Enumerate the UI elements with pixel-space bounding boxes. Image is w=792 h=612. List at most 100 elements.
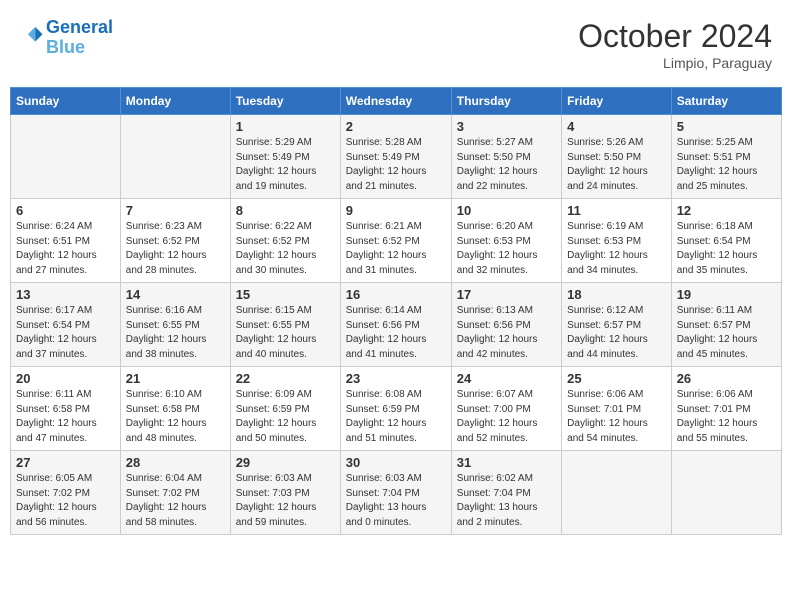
day-number: 21 <box>126 371 225 386</box>
day-number: 15 <box>236 287 335 302</box>
calendar-cell <box>562 451 672 535</box>
day-number: 24 <box>457 371 556 386</box>
calendar-cell: 31Sunrise: 6:02 AM Sunset: 7:04 PM Dayli… <box>451 451 561 535</box>
day-info: Sunrise: 6:12 AM Sunset: 6:57 PM Dayligh… <box>567 304 666 362</box>
calendar-week-row: 6 Sunrise: 6:24 AM Sunset: 6:51 PM Daylig… <box>11 199 782 283</box>
calendar-cell <box>11 115 121 199</box>
day-number: 29 <box>236 455 335 470</box>
day-info: Sunrise: 6:23 AM Sunset: 6:52 PM Dayligh… <box>126 220 225 278</box>
calendar-cell <box>120 115 230 199</box>
day-info: Sunrise: 6:08 AM Sunset: 6:59 PM Dayligh… <box>346 388 446 446</box>
calendar-week-row: 13 Sunrise: 6:17 AM Sunset: 6:54 PM Dayli… <box>11 283 782 367</box>
calendar-cell: 23 Sunrise: 6:08 AM Sunset: 6:59 PM Dayli… <box>340 367 451 451</box>
calendar-cell: 20 Sunrise: 6:11 AM Sunset: 6:58 PM Dayli… <box>11 367 121 451</box>
day-number: 17 <box>457 287 556 302</box>
day-number: 4 <box>567 119 666 134</box>
month-title: October 2024 <box>578 18 772 55</box>
calendar-cell: 27 Sunrise: 6:05 AM Sunset: 7:02 PM Dayli… <box>11 451 121 535</box>
day-info: Sunrise: 6:11 AM Sunset: 6:58 PM Dayligh… <box>16 388 115 446</box>
day-number: 9 <box>346 203 446 218</box>
day-of-week-header: Sunday <box>11 88 121 115</box>
day-of-week-header: Saturday <box>671 88 781 115</box>
day-info: Sunrise: 6:15 AM Sunset: 6:55 PM Dayligh… <box>236 304 335 362</box>
day-of-week-header: Wednesday <box>340 88 451 115</box>
calendar-cell: 5 Sunrise: 5:25 AM Sunset: 5:51 PM Daylig… <box>671 115 781 199</box>
day-info: Sunrise: 6:24 AM Sunset: 6:51 PM Dayligh… <box>16 220 115 278</box>
day-number: 3 <box>457 119 556 134</box>
day-info: Sunrise: 5:26 AM Sunset: 5:50 PM Dayligh… <box>567 136 666 194</box>
calendar-cell: 24 Sunrise: 6:07 AM Sunset: 7:00 PM Dayli… <box>451 367 561 451</box>
calendar-cell: 15 Sunrise: 6:15 AM Sunset: 6:55 PM Dayli… <box>230 283 340 367</box>
day-number: 20 <box>16 371 115 386</box>
calendar-cell: 6 Sunrise: 6:24 AM Sunset: 6:51 PM Daylig… <box>11 199 121 283</box>
day-number: 14 <box>126 287 225 302</box>
day-number: 26 <box>677 371 776 386</box>
day-number: 5 <box>677 119 776 134</box>
calendar-header-row: SundayMondayTuesdayWednesdayThursdayFrid… <box>11 88 782 115</box>
day-number: 6 <box>16 203 115 218</box>
calendar-cell: 17 Sunrise: 6:13 AM Sunset: 6:56 PM Dayli… <box>451 283 561 367</box>
day-info: Sunrise: 6:04 AM Sunset: 7:02 PM Dayligh… <box>126 472 225 530</box>
day-number: 2 <box>346 119 446 134</box>
calendar-cell: 29 Sunrise: 6:03 AM Sunset: 7:03 PM Dayli… <box>230 451 340 535</box>
calendar-cell: 4 Sunrise: 5:26 AM Sunset: 5:50 PM Daylig… <box>562 115 672 199</box>
calendar-cell: 25 Sunrise: 6:06 AM Sunset: 7:01 PM Dayli… <box>562 367 672 451</box>
day-info: Sunrise: 6:07 AM Sunset: 7:00 PM Dayligh… <box>457 388 556 446</box>
day-number: 23 <box>346 371 446 386</box>
calendar-cell <box>671 451 781 535</box>
day-info: Sunrise: 6:09 AM Sunset: 6:59 PM Dayligh… <box>236 388 335 446</box>
day-number: 8 <box>236 203 335 218</box>
day-info: Sunrise: 6:02 AM Sunset: 7:04 PM Dayligh… <box>457 472 556 530</box>
day-info: Sunrise: 6:14 AM Sunset: 6:56 PM Dayligh… <box>346 304 446 362</box>
calendar-week-row: 1 Sunrise: 5:29 AM Sunset: 5:49 PM Daylig… <box>11 115 782 199</box>
day-info: Sunrise: 6:10 AM Sunset: 6:58 PM Dayligh… <box>126 388 225 446</box>
calendar-week-row: 20 Sunrise: 6:11 AM Sunset: 6:58 PM Dayli… <box>11 367 782 451</box>
day-info: Sunrise: 6:18 AM Sunset: 6:54 PM Dayligh… <box>677 220 776 278</box>
day-number: 27 <box>16 455 115 470</box>
day-number: 18 <box>567 287 666 302</box>
day-number: 28 <box>126 455 225 470</box>
logo-icon <box>22 24 44 46</box>
day-info: Sunrise: 6:03 AM Sunset: 7:03 PM Dayligh… <box>236 472 335 530</box>
day-number: 16 <box>346 287 446 302</box>
day-number: 1 <box>236 119 335 134</box>
day-info: Sunrise: 5:29 AM Sunset: 5:49 PM Dayligh… <box>236 136 335 194</box>
day-info: Sunrise: 6:06 AM Sunset: 7:01 PM Dayligh… <box>567 388 666 446</box>
calendar-cell: 21 Sunrise: 6:10 AM Sunset: 6:58 PM Dayli… <box>120 367 230 451</box>
calendar-cell: 8Sunrise: 6:22 AM Sunset: 6:52 PM Daylig… <box>230 199 340 283</box>
day-info: Sunrise: 5:27 AM Sunset: 5:50 PM Dayligh… <box>457 136 556 194</box>
day-number: 13 <box>16 287 115 302</box>
page-header: GeneralBlue October 2024 Limpio, Paragua… <box>10 10 782 79</box>
day-number: 7 <box>126 203 225 218</box>
calendar-body: 1 Sunrise: 5:29 AM Sunset: 5:49 PM Daylig… <box>11 115 782 535</box>
day-number: 22 <box>236 371 335 386</box>
calendar-cell: 13 Sunrise: 6:17 AM Sunset: 6:54 PM Dayli… <box>11 283 121 367</box>
day-info: Sunrise: 6:03 AM Sunset: 7:04 PM Dayligh… <box>346 472 446 530</box>
day-info: Sunrise: 6:17 AM Sunset: 6:54 PM Dayligh… <box>16 304 115 362</box>
day-number: 25 <box>567 371 666 386</box>
calendar-cell: 16 Sunrise: 6:14 AM Sunset: 6:56 PM Dayli… <box>340 283 451 367</box>
day-number: 30 <box>346 455 446 470</box>
day-info: Sunrise: 6:19 AM Sunset: 6:53 PM Dayligh… <box>567 220 666 278</box>
calendar-cell: 3 Sunrise: 5:27 AM Sunset: 5:50 PM Daylig… <box>451 115 561 199</box>
day-info: Sunrise: 5:28 AM Sunset: 5:49 PM Dayligh… <box>346 136 446 194</box>
day-info: Sunrise: 6:05 AM Sunset: 7:02 PM Dayligh… <box>16 472 115 530</box>
calendar-table: SundayMondayTuesdayWednesdayThursdayFrid… <box>10 87 782 535</box>
day-info: Sunrise: 6:21 AM Sunset: 6:52 PM Dayligh… <box>346 220 446 278</box>
calendar-cell: 14 Sunrise: 6:16 AM Sunset: 6:55 PM Dayli… <box>120 283 230 367</box>
day-of-week-header: Monday <box>120 88 230 115</box>
day-info: Sunrise: 6:16 AM Sunset: 6:55 PM Dayligh… <box>126 304 225 362</box>
day-info: Sunrise: 6:13 AM Sunset: 6:56 PM Dayligh… <box>457 304 556 362</box>
day-of-week-header: Tuesday <box>230 88 340 115</box>
calendar-cell: 7 Sunrise: 6:23 AM Sunset: 6:52 PM Daylig… <box>120 199 230 283</box>
calendar-cell: 1 Sunrise: 5:29 AM Sunset: 5:49 PM Daylig… <box>230 115 340 199</box>
logo: GeneralBlue <box>20 18 113 58</box>
day-info: Sunrise: 6:11 AM Sunset: 6:57 PM Dayligh… <box>677 304 776 362</box>
calendar-cell: 10Sunrise: 6:20 AM Sunset: 6:53 PM Dayli… <box>451 199 561 283</box>
day-info: Sunrise: 5:25 AM Sunset: 5:51 PM Dayligh… <box>677 136 776 194</box>
logo-text: GeneralBlue <box>46 18 113 58</box>
calendar-cell: 30 Sunrise: 6:03 AM Sunset: 7:04 PM Dayli… <box>340 451 451 535</box>
calendar-cell: 18 Sunrise: 6:12 AM Sunset: 6:57 PM Dayli… <box>562 283 672 367</box>
day-info: Sunrise: 6:20 AM Sunset: 6:53 PM Dayligh… <box>457 220 556 278</box>
day-info: Sunrise: 6:06 AM Sunset: 7:01 PM Dayligh… <box>677 388 776 446</box>
